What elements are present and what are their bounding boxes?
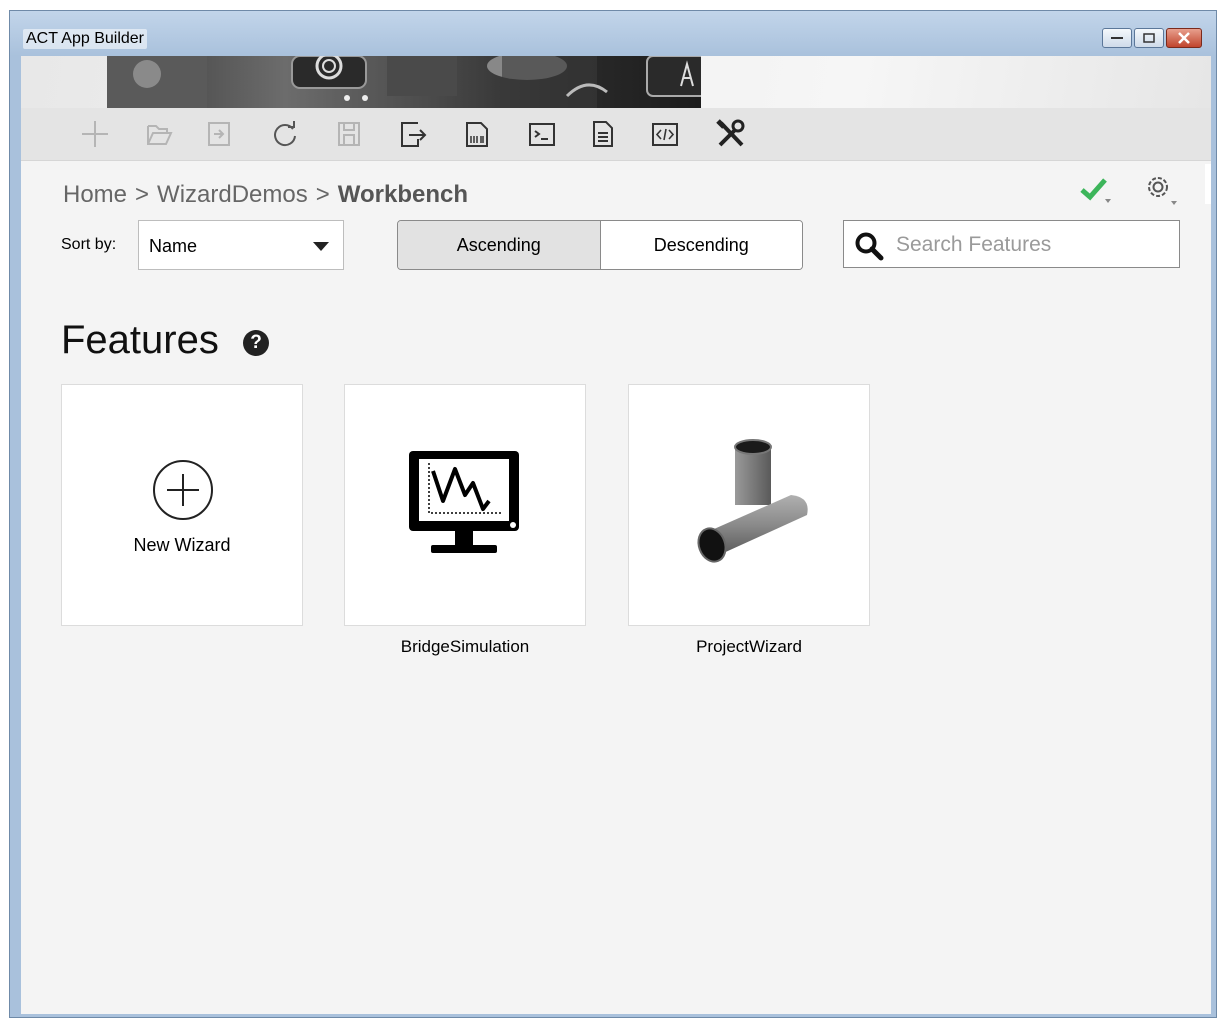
refresh-button[interactable]: [269, 118, 301, 150]
feature-card-bridgesimulation[interactable]: [344, 384, 586, 626]
code-button[interactable]: [649, 118, 681, 150]
add-button[interactable]: [79, 118, 111, 150]
document-icon: [593, 121, 613, 147]
breadcrumb-wizarddemos[interactable]: WizardDemos: [157, 181, 308, 209]
tools-icon: [716, 119, 745, 147]
add-circle-icon: [153, 460, 213, 520]
export-button[interactable]: [397, 118, 429, 150]
main-toolbar: [21, 108, 1211, 205]
app-window: ACT App Builder Home > WizardDemos > Wor…: [9, 10, 1217, 1018]
tools-button[interactable]: [715, 118, 747, 150]
new-wizard-card[interactable]: New Wizard: [61, 384, 303, 626]
breadcrumb-separator: >: [135, 181, 150, 208]
close-button[interactable]: [1166, 28, 1202, 48]
scrollbar[interactable]: [1205, 164, 1211, 204]
help-icon[interactable]: ?: [243, 330, 269, 356]
import-button[interactable]: [203, 118, 235, 150]
breadcrumb: Home > WizardDemos > Workbench: [63, 181, 468, 209]
build-button[interactable]: [461, 118, 493, 150]
banner-artwork: [107, 56, 701, 108]
new-wizard-label: New Wizard: [133, 535, 231, 555]
search-icon: [855, 232, 884, 261]
minimize-button[interactable]: [1102, 28, 1132, 48]
minimize-icon: [1111, 37, 1123, 39]
save-button[interactable]: [333, 118, 365, 150]
search-input[interactable]: [894, 229, 1168, 261]
import-icon: [208, 122, 230, 146]
console-button[interactable]: [526, 118, 558, 150]
maximize-button[interactable]: [1134, 28, 1164, 48]
banner-image: [107, 56, 701, 108]
open-button[interactable]: [143, 118, 175, 150]
gear-icon: [1148, 177, 1177, 205]
monitor-chart-icon: [409, 451, 519, 553]
window-controls: [1102, 28, 1202, 48]
maximize-icon: [1143, 33, 1155, 43]
feature-card-projectwizard[interactable]: [628, 384, 870, 626]
ascending-button[interactable]: Ascending: [398, 221, 601, 269]
sort-selected-value: Name: [149, 236, 198, 256]
breadcrumb-current: Workbench: [337, 181, 469, 208]
status-indicator[interactable]: [1077, 172, 1117, 211]
refresh-icon: [274, 121, 296, 147]
breadcrumb-home[interactable]: Home: [63, 181, 127, 209]
header-banner: [21, 56, 1211, 108]
export-icon: [401, 122, 427, 147]
window-title: ACT App Builder: [23, 29, 147, 49]
features-heading: Features: [61, 318, 219, 362]
feature-label-projectwizard: ProjectWizard: [696, 637, 802, 656]
chevron-down-icon: [313, 242, 329, 251]
save-icon: [338, 122, 360, 146]
sort-dropdown[interactable]: Name: [138, 220, 344, 270]
document-button[interactable]: [587, 118, 619, 150]
code-icon: [652, 123, 678, 146]
pipe-tee-icon: [697, 439, 808, 563]
build-icon: [466, 122, 488, 147]
search-box: [843, 220, 1180, 268]
main-content: Home > WizardDemos > Workbench Sort by: …: [21, 56, 1211, 1014]
checkmark-icon: [1080, 178, 1111, 203]
close-icon: [1178, 32, 1190, 44]
descending-button[interactable]: Descending: [600, 221, 802, 269]
sort-order-toggle: Ascending Descending: [397, 220, 803, 270]
title-bar[interactable]: ACT App Builder: [10, 11, 1216, 56]
feature-label-bridgesimulation: BridgeSimulation: [400, 637, 530, 656]
breadcrumb-separator: >: [315, 181, 330, 208]
plus-icon: [82, 121, 108, 147]
console-icon: [529, 123, 555, 146]
sort-label: Sort by:: [61, 236, 117, 253]
settings-button[interactable]: [1141, 172, 1181, 213]
folder-open-icon: [147, 125, 173, 145]
